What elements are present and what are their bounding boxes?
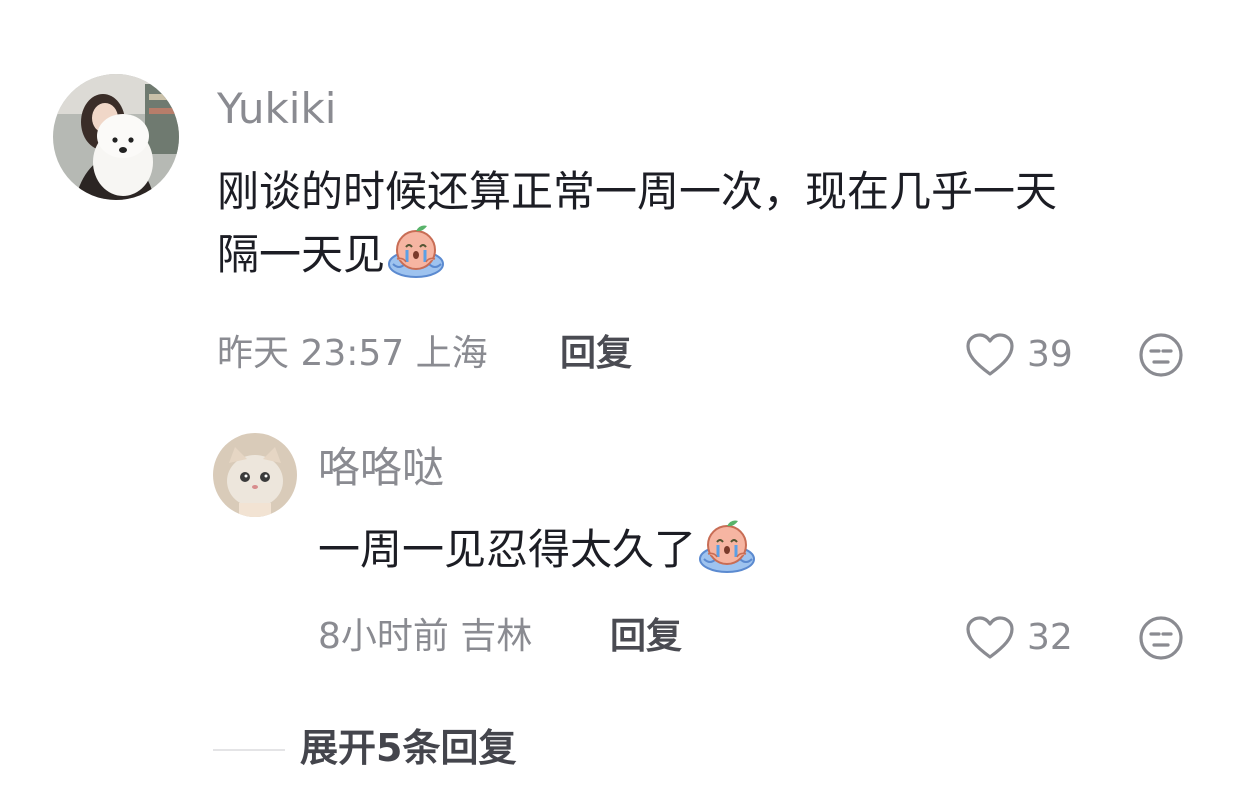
reply-username[interactable]: 咯咯哒	[318, 443, 444, 493]
reply-like-count: 32	[1027, 617, 1073, 658]
comment-like-count: 39	[1027, 334, 1073, 375]
dislike-face-icon[interactable]	[1138, 615, 1184, 661]
comment-text-line1: 刚谈的时候还算正常一周一次，现在几乎一天	[217, 167, 1058, 216]
divider	[213, 749, 285, 751]
reply-reply-button[interactable]: 回复	[610, 615, 682, 659]
reply-meta: 8小时前 吉林	[318, 615, 532, 659]
comment-text-line2: 隔一天见	[217, 223, 1217, 286]
crying-emoji	[698, 518, 756, 574]
heart-icon	[965, 615, 1015, 661]
expand-replies-button[interactable]: 展开5条回复	[300, 724, 516, 772]
reply-text: 一周一见忍得太久了	[318, 518, 1198, 581]
crying-emoji	[387, 223, 445, 279]
comment-reply-button[interactable]: 回复	[560, 332, 632, 376]
comment-time: 昨天 23:57	[217, 333, 405, 374]
comment-username[interactable]: Yukiki	[217, 84, 336, 134]
comment-like-button[interactable]: 39	[965, 332, 1073, 378]
comment-text: 刚谈的时候还算正常一周一次，现在几乎一天 隔一天见	[217, 160, 1217, 286]
dislike-face-icon[interactable]	[1138, 332, 1184, 378]
reply-location: 吉林	[460, 616, 533, 657]
comment-text-line2-text: 隔一天见	[217, 230, 386, 279]
reply-avatar[interactable]	[213, 433, 297, 517]
comment-meta: 昨天 23:57 上海	[217, 332, 488, 376]
reply-like-button[interactable]: 32	[965, 615, 1073, 661]
avatar[interactable]	[53, 74, 179, 200]
reply-text-content: 一周一见忍得太久了	[318, 525, 697, 574]
heart-icon	[965, 332, 1015, 378]
comment-location: 上海	[415, 333, 488, 374]
reply-time: 8小时前	[318, 616, 449, 657]
